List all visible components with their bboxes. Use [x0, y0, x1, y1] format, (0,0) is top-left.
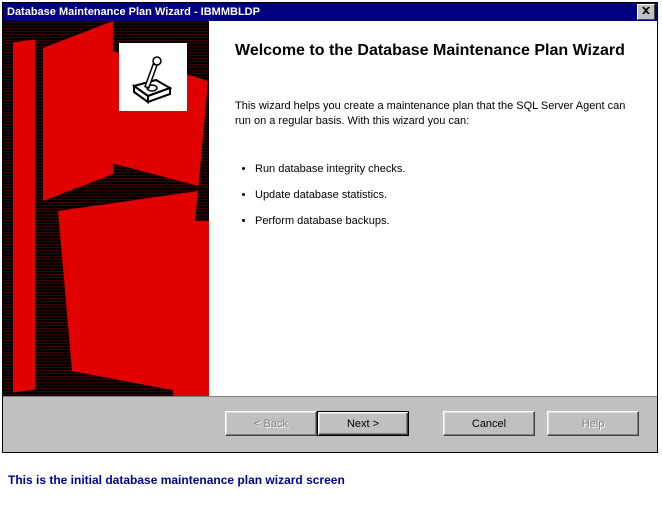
wizard-heading: Welcome to the Database Maintenance Plan… [235, 41, 635, 61]
window-title: Database Maintenance Plan Wizard - IBMMB… [7, 6, 260, 18]
close-button[interactable] [637, 4, 655, 20]
list-item: Update database statistics. [255, 189, 635, 201]
wizard-feature-list: Run database integrity checks. Update da… [235, 163, 635, 227]
wizard-intro: This wizard helps you create a maintenan… [235, 99, 635, 129]
figure-caption: This is the initial database maintenance… [0, 455, 662, 497]
list-item: Run database integrity checks. [255, 163, 635, 175]
close-icon [642, 7, 650, 17]
next-button[interactable]: Next > [317, 411, 409, 436]
back-button: < Back [225, 411, 317, 436]
help-button: Help [547, 411, 639, 436]
wizard-content: Welcome to the Database Maintenance Plan… [209, 21, 657, 396]
wizard-button-bar: < Back Next > Cancel Help [3, 396, 657, 452]
wizard-window: Database Maintenance Plan Wizard - IBMMB… [2, 2, 658, 453]
wizard-icon [119, 43, 187, 111]
wizard-body: Welcome to the Database Maintenance Plan… [3, 21, 657, 396]
list-item: Perform database backups. [255, 215, 635, 227]
wizard-sidebar-graphic [3, 21, 209, 396]
cancel-button[interactable]: Cancel [443, 411, 535, 436]
titlebar: Database Maintenance Plan Wizard - IBMMB… [3, 3, 657, 21]
